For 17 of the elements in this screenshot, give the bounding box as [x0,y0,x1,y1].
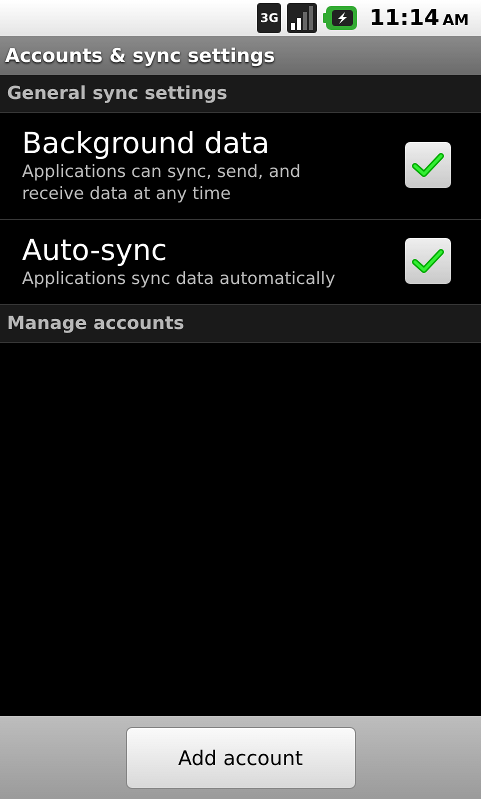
add-account-button[interactable]: Add account [126,726,356,788]
checkmark-icon [412,152,444,178]
clock: 11:14 AM [369,6,469,30]
checkbox[interactable] [405,238,451,284]
checkmark-icon [412,248,444,274]
checkbox[interactable] [405,142,451,188]
window-title: Accounts & sync settings [5,44,275,66]
section-title: Manage accounts [7,313,184,334]
setting-title: Auto-sync [22,232,168,268]
battery-icon [323,6,358,30]
setting-summary: Applications can sync, send, and receive data at any time [22,161,302,205]
network-type-icon: 3G [257,3,282,33]
setting-row[interactable]: Background data Applications can sync, send, and receive data at any time [0,113,481,220]
signal-icon [287,3,318,33]
setting-summary: Applications sync data automatically [22,268,336,290]
section-title: General sync settings [7,83,228,104]
setting-title: Background data [22,125,271,161]
